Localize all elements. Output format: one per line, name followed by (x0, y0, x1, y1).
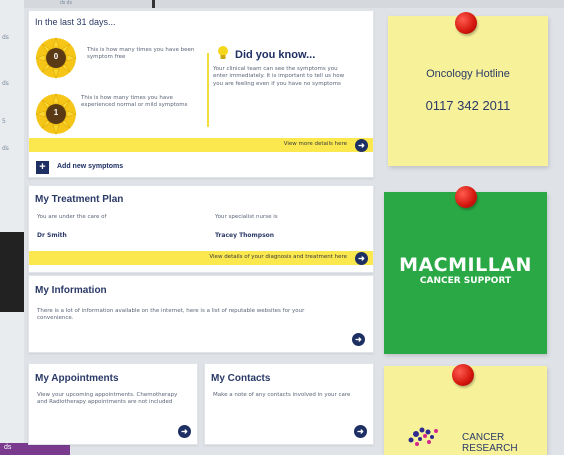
add-symptoms-link[interactable]: Add new symptoms (57, 163, 123, 170)
arrow-right-icon[interactable]: ➜ (354, 425, 367, 438)
pin-icon (455, 186, 477, 208)
background-divider (152, 0, 155, 8)
hotline-number[interactable]: 0117 342 2011 (388, 98, 548, 113)
background-top: ds ds (24, 0, 564, 8)
background-label: ds (2, 145, 9, 152)
macmillan-logo-text: MACMILLAN (399, 254, 532, 276)
appointments-card[interactable]: My Appointments View your upcoming appoi… (28, 363, 198, 445)
arrow-right-icon[interactable]: ➜ (352, 333, 365, 346)
treatment-plan-card: My Treatment Plan You are under the care… (28, 185, 374, 273)
background-strip: ds ds 5 ds ds (0, 0, 70, 455)
macmillan-note[interactable]: MACMILLAN CANCER SUPPORT (384, 192, 547, 354)
information-text: There is a lot of information available … (37, 308, 305, 322)
pin-icon (452, 364, 474, 386)
more-details-bar[interactable]: View more details here ➜ (29, 138, 373, 152)
contacts-text: Make a note of any contacts involved in … (213, 392, 351, 398)
background-label: ds (2, 80, 9, 87)
appointments-title: My Appointments (35, 373, 119, 384)
taskbar-label: ds (4, 444, 12, 451)
did-you-know-text: Your clinical team can see the symptoms … (213, 66, 345, 87)
background-label: ds (2, 34, 9, 41)
cancer-research-logo-icon (408, 427, 438, 446)
arrow-right-icon[interactable]: ➜ (178, 425, 191, 438)
nurse-label: Your specialist nurse is (215, 214, 278, 220)
contacts-card[interactable]: My Contacts Make a note of any contacts … (204, 363, 374, 445)
mild-symptoms-text: This is how many times you have experien… (81, 95, 188, 109)
background-label: 5 (2, 118, 6, 125)
care-label: You are under the care of (37, 214, 107, 220)
information-title: My Information (35, 285, 107, 296)
mild-symptoms-count: 1 (53, 108, 59, 117)
hotline-title: Oncology Hotline (426, 68, 510, 80)
treatment-details-link[interactable]: View details of your diagnosis and treat… (209, 254, 347, 260)
did-you-know-heading: Did you know... (235, 49, 316, 61)
divider (207, 53, 209, 127)
symptom-summary-card: In the last 31 days... 0 This is how man… (28, 10, 374, 178)
information-card[interactable]: My Information There is a lot of informa… (28, 275, 374, 353)
appointments-text: View your upcoming appointments. Chemoth… (37, 392, 178, 406)
more-details-link[interactable]: View more details here (284, 141, 347, 147)
background-image (0, 232, 24, 312)
add-icon[interactable]: + (36, 161, 49, 174)
arrow-right-icon[interactable]: ➜ (355, 138, 368, 152)
treatment-details-bar[interactable]: View details of your diagnosis and treat… (29, 251, 373, 265)
symptom-free-text: This is how many times you have been sym… (87, 47, 195, 61)
cancer-research-line2: RESEARCH (462, 443, 518, 454)
lightbulb-icon (218, 46, 228, 59)
background-label: ds ds (60, 0, 72, 6)
macmillan-logo-subtext: CANCER SUPPORT (419, 276, 512, 286)
summary-title: In the last 31 days... (35, 17, 116, 27)
treatment-title: My Treatment Plan (35, 194, 124, 205)
symptom-free-count: 0 (53, 52, 59, 61)
nurse-value: Tracey Thompson (215, 232, 275, 239)
arrow-right-icon[interactable]: ➜ (355, 251, 368, 265)
cancer-research-line1: CANCER (462, 432, 505, 443)
cancer-research-logo-text: CANCER RESEARCH (462, 432, 518, 454)
pin-icon (455, 12, 477, 34)
contacts-title: My Contacts (211, 373, 271, 384)
oncology-hotline-note: Oncology Hotline 0117 342 2011 (388, 16, 548, 166)
care-value: Dr Smith (37, 232, 67, 239)
